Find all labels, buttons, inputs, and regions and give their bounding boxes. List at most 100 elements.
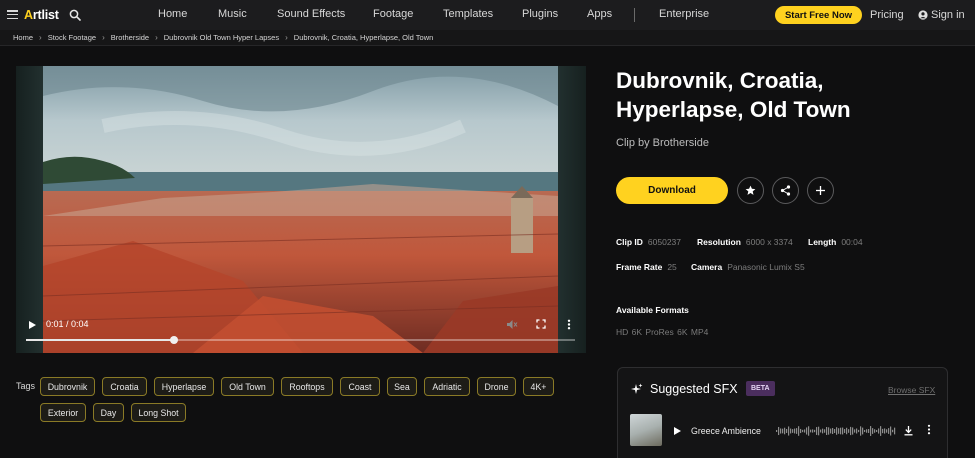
browse-sfx-link[interactable]: Browse SFX: [888, 385, 935, 395]
add-to-collection-button[interactable]: [807, 177, 834, 204]
waveform-bar: [856, 428, 858, 434]
favorite-button[interactable]: [737, 177, 764, 204]
nav-link-enterprise[interactable]: Enterprise: [659, 8, 709, 20]
tag-dubrovnik[interactable]: Dubrovnik: [40, 377, 95, 396]
waveform-bar: [874, 429, 876, 433]
nav-link-sound-effects[interactable]: Sound Effects: [277, 8, 345, 20]
waveform-bar: [814, 429, 816, 433]
breadcrumb-separator-icon: ›: [39, 33, 42, 42]
more-options-icon[interactable]: [567, 319, 571, 330]
meta-camera-value: Panasonic Lumix S5: [727, 262, 805, 272]
meta-frame-rate-label: Frame Rate: [616, 262, 663, 272]
waveform-bar: [830, 428, 832, 434]
waveform-bar: [842, 427, 844, 435]
waveform-bar: [870, 426, 872, 436]
nav-link-apps[interactable]: Apps: [587, 8, 612, 20]
fullscreen-icon[interactable]: [536, 319, 546, 329]
waveform-bar: [840, 427, 842, 435]
tag-exterior[interactable]: Exterior: [40, 403, 86, 422]
tag-sea[interactable]: Sea: [387, 377, 417, 396]
play-icon[interactable]: [27, 320, 37, 330]
share-button[interactable]: [772, 177, 799, 204]
waveform-bar: [866, 429, 868, 433]
meta-resolution-label: Resolution: [697, 237, 741, 247]
sign-in-label: Sign in: [931, 9, 965, 21]
waveform-bar: [816, 427, 818, 435]
start-free-button[interactable]: Start Free Now: [775, 6, 862, 24]
tag-rooftops[interactable]: Rooftops: [281, 377, 333, 396]
waveform-bar: [884, 428, 886, 434]
breadcrumb-artist[interactable]: Brotherside: [111, 33, 149, 42]
progress-bar[interactable]: [26, 336, 575, 344]
sfx-more-options-icon[interactable]: [927, 424, 931, 435]
waveform-bar: [872, 428, 874, 434]
meta-length-label: Length: [808, 237, 837, 247]
waveform-bar: [820, 429, 822, 433]
waveform-bar: [796, 428, 798, 434]
waveform-bar: [838, 428, 840, 434]
top-navigation: Artlist Home Music Sound Effects Footage…: [0, 0, 975, 30]
sfx-download-icon[interactable]: [903, 425, 914, 436]
breadcrumb-collection[interactable]: Dubrovnik Old Town Hyper Lapses: [164, 33, 279, 42]
waveform-bar: [784, 427, 786, 435]
waveform-bar: [798, 426, 800, 436]
tag-adriatic[interactable]: Adriatic: [424, 377, 470, 396]
waveform-bar: [844, 429, 846, 433]
volume-icon[interactable]: [506, 319, 518, 330]
download-button[interactable]: Download: [616, 177, 728, 204]
waveform-bar: [854, 429, 856, 433]
share-icon: [780, 185, 791, 196]
waveform-bar: [822, 428, 824, 434]
breadcrumb-current: Dubrovnik, Croatia, Hyperlapse, Old Town: [293, 33, 434, 42]
waveform-bar: [860, 426, 862, 436]
breadcrumb-home[interactable]: Home: [13, 33, 33, 42]
waveform-bar: [862, 427, 864, 435]
nav-link-footage[interactable]: Footage: [373, 8, 413, 20]
suggested-sfx-panel: Suggested SFX BETA Browse SFX Greece Amb…: [617, 367, 948, 458]
breadcrumb-stock-footage[interactable]: Stock Footage: [48, 33, 96, 42]
waveform-bar: [824, 429, 826, 433]
clip-byline[interactable]: Clip by Brotherside: [616, 137, 709, 149]
waveform-bar: [802, 429, 804, 433]
meta-clip-id-label: Clip ID: [616, 237, 643, 247]
nav-link-templates[interactable]: Templates: [443, 8, 493, 20]
user-icon: [918, 10, 928, 20]
nav-link-home[interactable]: Home: [158, 8, 187, 20]
tag-croatia[interactable]: Croatia: [102, 377, 147, 396]
waveform-bar: [780, 428, 782, 434]
meta-frame-rate-value: 25: [667, 262, 677, 272]
star-icon: [745, 185, 756, 195]
meta-length: Length 00:04: [808, 237, 863, 247]
waveform-bar: [818, 426, 820, 436]
clip-title: Dubrovnik, Croatia, Hyperlapse, Old Town: [616, 66, 956, 124]
sfx-track-name[interactable]: Greece Ambience: [691, 426, 761, 436]
waveform-bar: [800, 428, 802, 434]
video-player[interactable]: 0:01 / 0:04: [16, 66, 586, 353]
meta-frame-rate: Frame Rate 25: [616, 262, 677, 272]
meta-camera-label: Camera: [691, 262, 723, 272]
waveform-bar: [812, 429, 814, 433]
playback-time: 0:01 / 0:04: [46, 319, 89, 329]
tag-4k-plus[interactable]: 4K+: [523, 377, 554, 396]
plus-icon: [816, 186, 825, 195]
waveform-bar: [806, 427, 808, 435]
pricing-link[interactable]: Pricing: [870, 9, 904, 21]
tag-hyperlapse[interactable]: Hyperlapse: [154, 377, 214, 396]
waveform-bar: [792, 429, 794, 433]
tag-coast[interactable]: Coast: [340, 377, 380, 396]
sign-in-link[interactable]: Sign in: [918, 9, 965, 21]
nav-link-plugins[interactable]: Plugins: [522, 8, 558, 20]
nav-link-music[interactable]: Music: [218, 8, 247, 20]
video-still-image: [42, 66, 559, 353]
breadcrumb: Home › Stock Footage › Brotherside › Dub…: [0, 30, 975, 46]
tag-old-town[interactable]: Old Town: [221, 377, 274, 396]
waveform-bar: [876, 429, 878, 433]
sfx-play-icon[interactable]: [672, 426, 682, 436]
meta-clip-id-value: 6050237: [647, 237, 682, 247]
tag-drone[interactable]: Drone: [477, 377, 516, 396]
sfx-waveform[interactable]: [776, 422, 896, 440]
tag-day[interactable]: Day: [93, 403, 124, 422]
sparkle-icon: [631, 383, 643, 394]
waveform-bar: [852, 427, 854, 435]
tag-long-shot[interactable]: Long Shot: [131, 403, 186, 422]
